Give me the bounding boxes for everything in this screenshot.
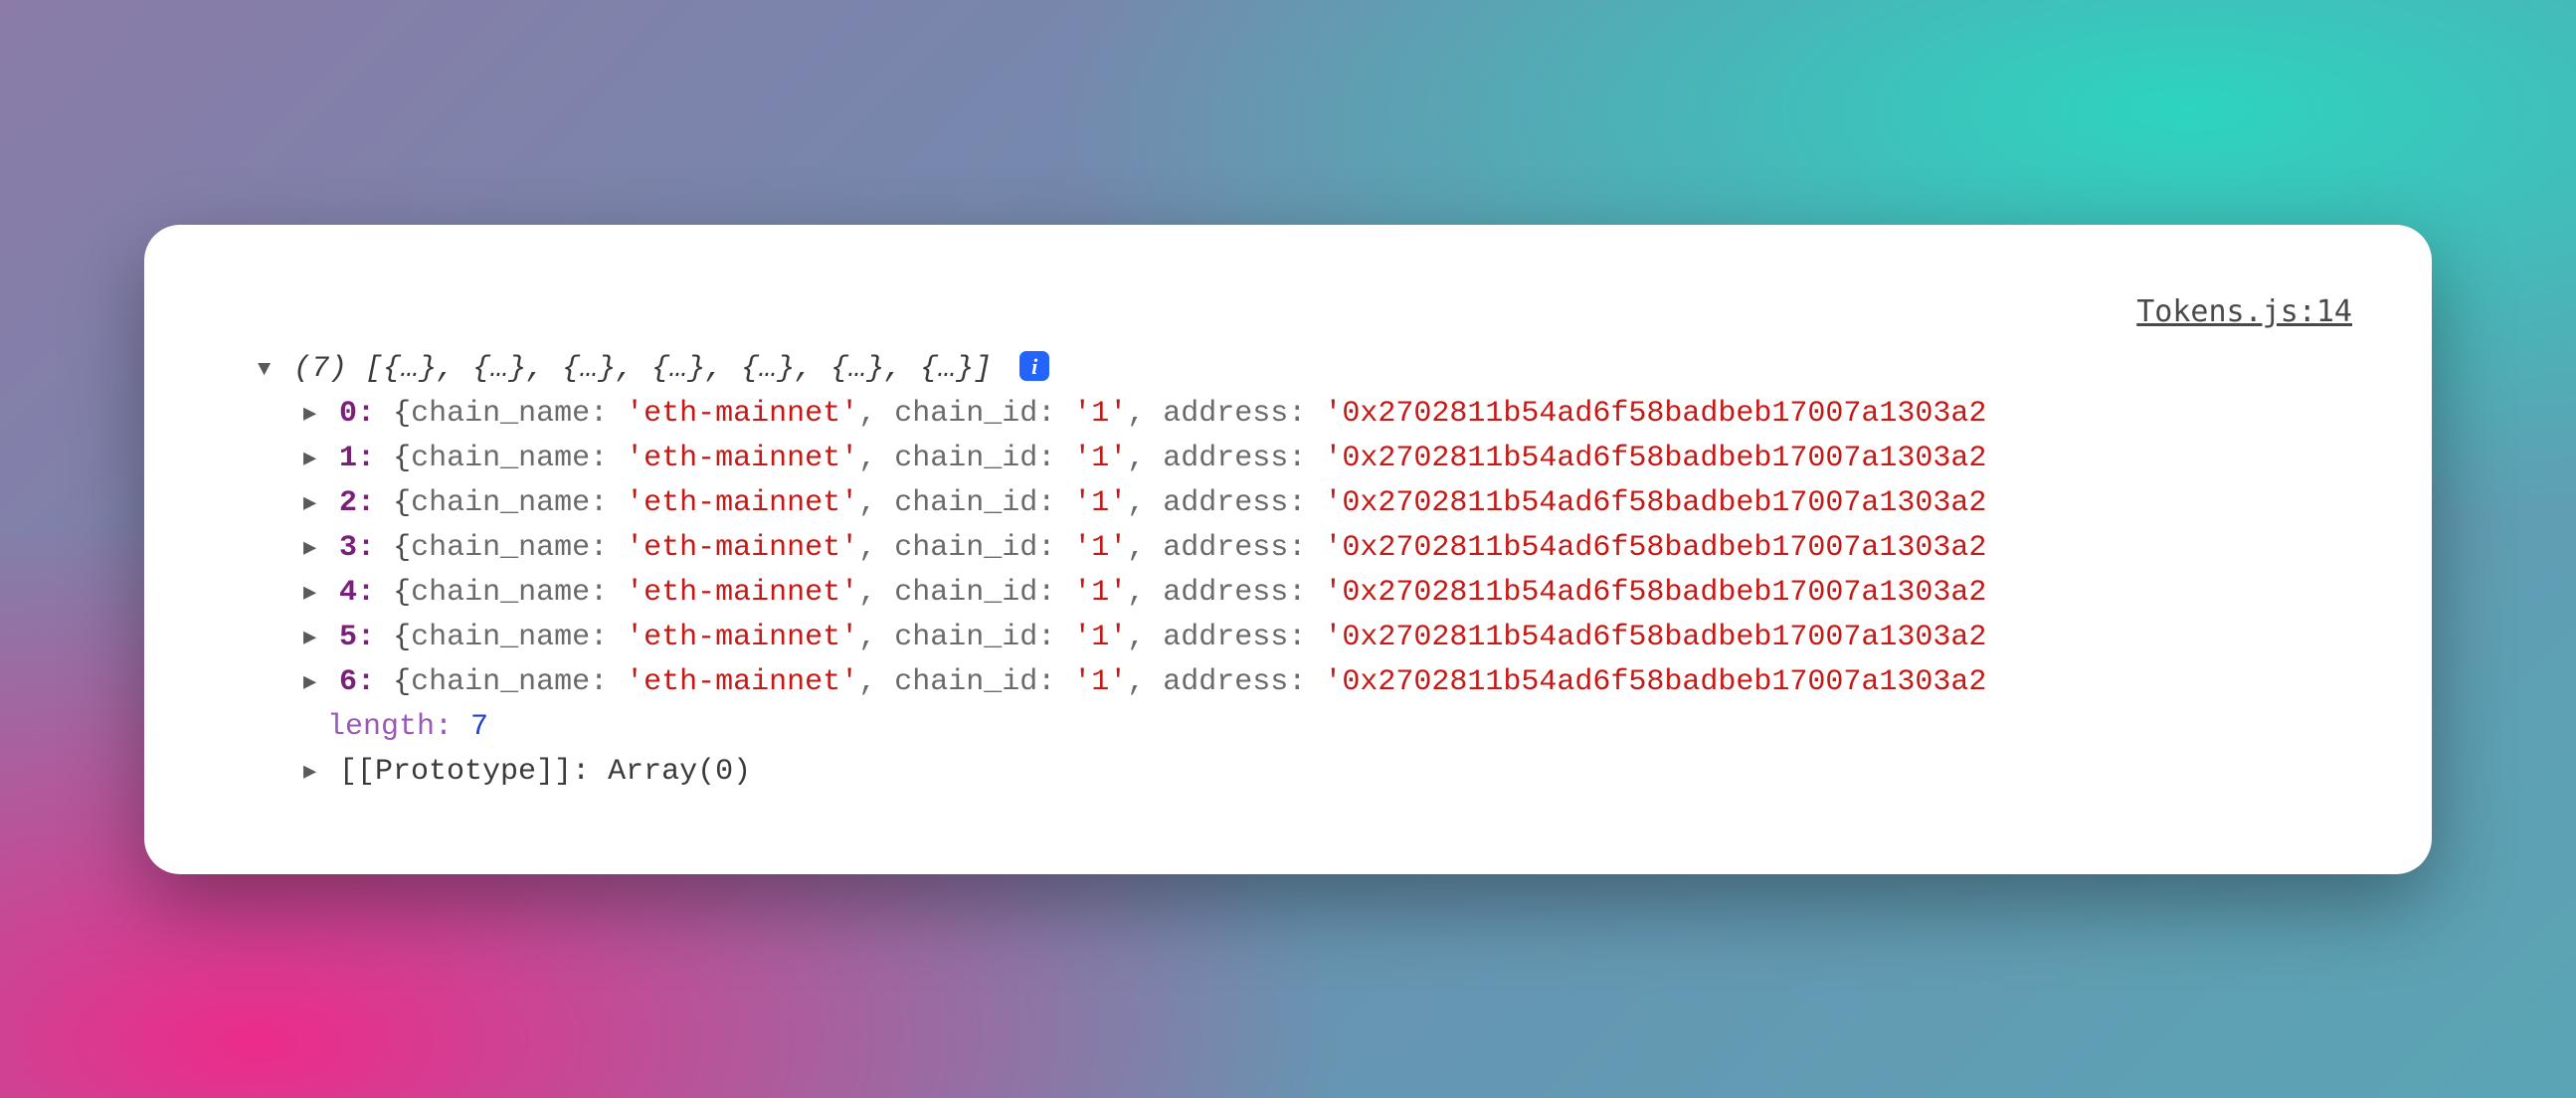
chevron-right-icon[interactable] bbox=[303, 666, 321, 699]
open-brace: { bbox=[393, 397, 411, 431]
chevron-down-icon[interactable] bbox=[258, 353, 276, 386]
array-item-row[interactable]: 6: {chain_name: 'eth-mainnet', chain_id:… bbox=[224, 660, 2352, 705]
array-index: 5: bbox=[339, 621, 375, 654]
info-icon[interactable]: i bbox=[1019, 351, 1049, 381]
console-panel: Tokens.js:14 (7) [{…}, {…}, {…}, {…}, {…… bbox=[144, 225, 2432, 874]
array-item-row[interactable]: 1: {chain_name: 'eth-mainnet', chain_id:… bbox=[224, 437, 2352, 481]
chevron-right-icon[interactable] bbox=[303, 622, 321, 654]
array-item-row[interactable]: 0: {chain_name: 'eth-mainnet', chain_id:… bbox=[224, 392, 2352, 437]
array-index: 2: bbox=[339, 486, 375, 520]
chevron-right-icon[interactable] bbox=[303, 487, 321, 520]
prototype-label: [[Prototype]] bbox=[339, 755, 572, 789]
array-index: 6: bbox=[339, 665, 375, 699]
array-length-row: length: 7 bbox=[224, 705, 2352, 750]
chevron-right-icon[interactable] bbox=[303, 532, 321, 565]
array-item-row[interactable]: 4: {chain_name: 'eth-mainnet', chain_id:… bbox=[224, 571, 2352, 616]
array-item-row[interactable]: 5: {chain_name: 'eth-mainnet', chain_id:… bbox=[224, 616, 2352, 660]
array-index: 4: bbox=[339, 576, 375, 610]
prop-key: address: bbox=[1163, 397, 1306, 431]
chevron-right-icon[interactable] bbox=[303, 398, 321, 431]
chevron-right-icon[interactable] bbox=[303, 756, 321, 789]
array-item-row[interactable]: 2: {chain_name: 'eth-mainnet', chain_id:… bbox=[224, 481, 2352, 526]
array-item-row[interactable]: 3: {chain_name: 'eth-mainnet', chain_id:… bbox=[224, 526, 2352, 571]
array-summary: [{…}, {…}, {…}, {…}, {…}, {…}, {…}] bbox=[365, 352, 992, 386]
prop-value: '1' bbox=[1073, 397, 1127, 431]
source-file-text: Tokens.js:14 bbox=[2136, 294, 2352, 329]
chevron-right-icon[interactable] bbox=[303, 443, 321, 475]
array-count: (7) bbox=[293, 352, 347, 386]
chevron-right-icon[interactable] bbox=[303, 577, 321, 610]
array-index: 1: bbox=[339, 442, 375, 475]
length-label: length bbox=[327, 710, 435, 744]
array-prototype-row[interactable]: [[Prototype]]: Array(0) bbox=[224, 750, 2352, 795]
prop-value: '0x2702811b54ad6f58badbeb17007a1303a2 bbox=[1324, 397, 1986, 431]
array-index: 3: bbox=[339, 531, 375, 565]
prototype-value: Array(0) bbox=[608, 755, 751, 789]
prop-value: 'eth-mainnet' bbox=[626, 397, 858, 431]
array-summary-row[interactable]: (7) [{…}, {…}, {…}, {…}, {…}, {…}, {…}] … bbox=[224, 347, 2352, 392]
length-value: 7 bbox=[470, 710, 488, 744]
source-link[interactable]: Tokens.js:14 bbox=[224, 294, 2352, 329]
array-index: 0: bbox=[339, 397, 375, 431]
prop-key: chain_id: bbox=[894, 397, 1055, 431]
prop-key: chain_name: bbox=[411, 397, 608, 431]
